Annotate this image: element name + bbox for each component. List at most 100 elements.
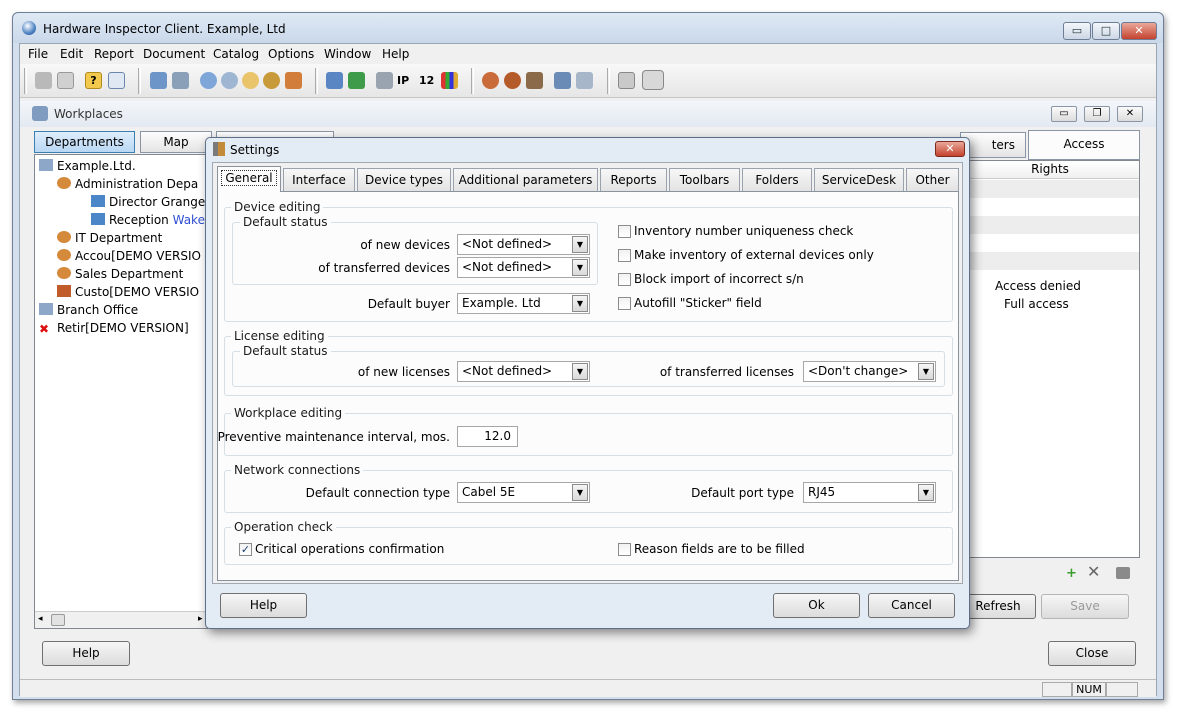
stop-icon[interactable]: [642, 70, 664, 90]
department-tree[interactable]: Example.Ltd. Administration Depa Directo…: [34, 154, 214, 629]
chevron-down-icon[interactable]: ▼: [572, 236, 588, 253]
scroll-right-icon[interactable]: ▸: [198, 614, 203, 624]
number-icon[interactable]: 12: [419, 72, 436, 89]
tab-departments[interactable]: Departments: [34, 131, 135, 153]
tab-access[interactable]: Access: [1028, 130, 1140, 160]
chevron-down-icon[interactable]: ▼: [572, 484, 588, 501]
autofill-sticker-checkbox[interactable]: [618, 297, 631, 310]
default-buyer-select[interactable]: Example. Ltd ▼: [457, 293, 590, 314]
window-icon[interactable]: [108, 72, 125, 89]
tab-toolbars[interactable]: Toolbars: [669, 168, 740, 191]
database-icon[interactable]: [618, 72, 635, 89]
settings-dialog: Settings ✕ General Interface Device type…: [205, 137, 970, 629]
tab-servicedesk[interactable]: ServiceDesk: [814, 168, 904, 191]
search-licenses-icon[interactable]: [221, 72, 238, 89]
close-window-button[interactable]: ✕: [1121, 22, 1157, 40]
new-licenses-select[interactable]: <Not defined> ▼: [457, 361, 590, 382]
settings-close-button[interactable]: ✕: [935, 141, 965, 157]
transferred-devices-select[interactable]: <Not defined> ▼: [457, 257, 590, 278]
help-icon[interactable]: ?: [85, 72, 102, 89]
document-icon[interactable]: [57, 72, 74, 89]
chevron-down-icon[interactable]: ▼: [918, 363, 934, 380]
tree-node[interactable]: ✖ Retir[DEMO VERSION]: [39, 321, 189, 335]
workplace-icon[interactable]: [150, 72, 167, 89]
menu-help[interactable]: Help: [382, 47, 409, 61]
tree-node[interactable]: Example.Ltd.: [39, 159, 136, 173]
mdi-restore-button[interactable]: ❐: [1084, 106, 1110, 122]
save-button[interactable]: Save: [1041, 594, 1129, 619]
tab-general[interactable]: General: [217, 166, 281, 192]
chevron-down-icon[interactable]: ▼: [572, 259, 588, 276]
tree-label: Branch Office: [57, 303, 139, 317]
tree-node[interactable]: Accou[DEMO VERSIO: [57, 249, 201, 263]
inventory-unique-checkbox[interactable]: [618, 225, 631, 238]
computer-search-icon[interactable]: [576, 72, 593, 89]
search-devices-icon[interactable]: [200, 72, 217, 89]
menu-catalog[interactable]: Catalog: [213, 47, 259, 61]
connection-type-select[interactable]: Cabel 5E ▼: [457, 482, 590, 503]
person-icon[interactable]: [482, 72, 499, 89]
port-type-select[interactable]: RJ45 ▼: [803, 482, 936, 503]
rights-column-header[interactable]: Rights: [961, 161, 1139, 179]
print-icon[interactable]: [35, 72, 52, 89]
tools-icon[interactable]: [526, 72, 543, 89]
refresh-button[interactable]: Refresh: [960, 594, 1036, 619]
mdi-minimize-button[interactable]: ▭: [1051, 106, 1077, 122]
ok-button[interactable]: Ok: [773, 593, 860, 618]
tree-node[interactable]: Sales Department: [57, 267, 183, 281]
chevron-down-icon[interactable]: ▼: [918, 484, 934, 501]
menu-file[interactable]: File: [28, 47, 48, 61]
search-docs-icon[interactable]: [242, 72, 259, 89]
magnifier-icon[interactable]: [263, 72, 280, 89]
scroll-left-icon[interactable]: ◂: [38, 614, 43, 624]
network-icon[interactable]: [326, 72, 343, 89]
menu-document[interactable]: Document: [143, 47, 205, 61]
tree-node[interactable]: IT Department: [57, 231, 162, 245]
chart-icon[interactable]: [441, 72, 458, 89]
tab-other[interactable]: Other: [906, 168, 959, 191]
edit-icon[interactable]: [1116, 567, 1130, 579]
close-button[interactable]: Close: [1048, 641, 1136, 666]
cancel-button[interactable]: Cancel: [868, 593, 955, 618]
menu-window[interactable]: Window: [324, 47, 371, 61]
tab-map[interactable]: Map: [140, 131, 212, 153]
settings-help-button[interactable]: Help: [220, 593, 307, 618]
menu-options[interactable]: Options: [268, 47, 314, 61]
user-search-icon[interactable]: [285, 72, 302, 89]
block-import-checkbox[interactable]: [618, 273, 631, 286]
tree-node[interactable]: Director Granger,: [91, 195, 214, 209]
list-icon[interactable]: [172, 72, 189, 89]
tree-node[interactable]: Custo[DEMO VERSIO: [57, 285, 199, 299]
ip-icon[interactable]: IP: [397, 72, 414, 89]
mdi-close-button[interactable]: ✕: [1117, 106, 1143, 122]
tree-node[interactable]: Administration Depa: [57, 177, 198, 191]
reason-fields-checkbox[interactable]: [618, 543, 631, 556]
delete-icon[interactable]: ✕: [1087, 562, 1100, 581]
tree-hscrollbar[interactable]: ◂ ▸: [35, 611, 207, 628]
help-button[interactable]: Help: [42, 641, 130, 666]
chevron-down-icon[interactable]: ▼: [572, 363, 588, 380]
computer-icon[interactable]: [554, 72, 571, 89]
tab-reports[interactable]: Reports: [600, 168, 667, 191]
new-devices-select[interactable]: <Not defined> ▼: [457, 234, 590, 255]
menu-edit[interactable]: Edit: [60, 47, 83, 61]
board-icon[interactable]: [348, 72, 365, 89]
transferred-licenses-select[interactable]: <Don't change> ▼: [803, 361, 936, 382]
tab-device-types[interactable]: Device types: [357, 168, 451, 191]
minimize-button[interactable]: ▭: [1063, 22, 1091, 40]
maximize-button[interactable]: □: [1092, 22, 1120, 40]
critical-confirm-checkbox[interactable]: ✓: [239, 543, 252, 556]
tab-interface[interactable]: Interface: [283, 168, 355, 191]
tab-additional-parameters[interactable]: Additional parameters: [453, 168, 598, 191]
tree-node[interactable]: Reception Wakel: [91, 213, 208, 227]
person-settings-icon[interactable]: [504, 72, 521, 89]
chevron-down-icon[interactable]: ▼: [572, 295, 588, 312]
maintenance-interval-input[interactable]: 12.0: [457, 426, 518, 447]
scroll-thumb[interactable]: [51, 614, 65, 626]
connector-icon[interactable]: [376, 72, 393, 89]
menu-report[interactable]: Report: [94, 47, 134, 61]
external-only-checkbox[interactable]: [618, 249, 631, 262]
add-icon[interactable]: +: [1066, 566, 1077, 581]
tree-node[interactable]: Branch Office: [39, 303, 138, 317]
tab-folders[interactable]: Folders: [742, 168, 812, 191]
